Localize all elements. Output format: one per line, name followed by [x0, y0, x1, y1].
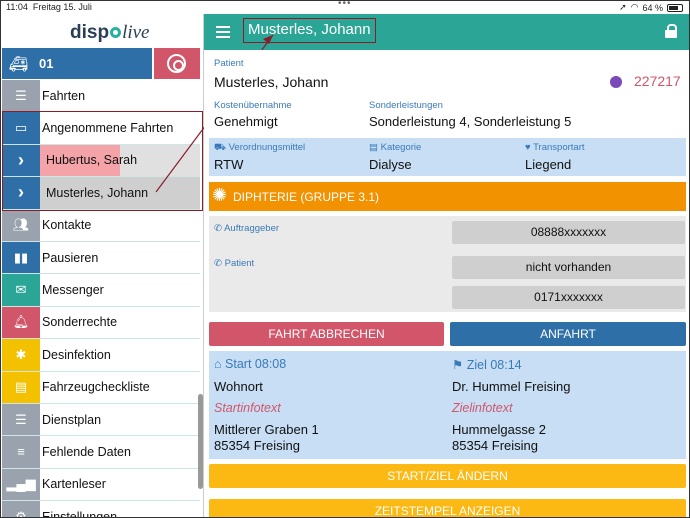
start-street: Mittlerer Graben 1 [214, 422, 319, 437]
verordnung-value: RTW [214, 157, 244, 172]
ziel-info: Zielinfotext [452, 401, 513, 415]
heart-icon: ♥ [525, 142, 531, 153]
transport-label-row: ♥ Transportart [525, 142, 585, 153]
phone-icon: ✆ [214, 258, 222, 269]
show-timestamps-button[interactable]: ZEITSTEMPEL ANZEIGEN [209, 499, 686, 517]
route-panel: ⌂ Start 08:08 Wohnort Startinfotext Mitt… [209, 351, 686, 459]
transport-label: Transportart [533, 142, 585, 153]
sonder-value: Sonderleistung 4, Sonderleistung 5 [369, 114, 572, 129]
kategorie-value: Dialyse [369, 157, 412, 172]
abort-ride-button[interactable]: FAHRT ABBRECHEN [209, 322, 444, 346]
patient-label: Patient [214, 58, 244, 69]
transport-info-panel: ⛟ Verordnungsmittel RTW ▤ Kategorie Dial… [209, 138, 686, 176]
infection-banner: ✺ DIPHTERIE (GRUPPE 3.1) [209, 182, 686, 211]
transport-value: Liegend [525, 157, 572, 172]
verordnung-label: Verordnungsmittel [228, 142, 306, 153]
patient-contact-label: Patient [224, 258, 255, 269]
kategorie-label: Kategorie [380, 142, 422, 153]
contacts-panel: ✆ Auftraggeber 08888xxxxxxx ✆ Patient ni… [209, 216, 686, 312]
start-header: ⌂ Start 08:08 [214, 357, 286, 371]
biohazard-icon: ✺ [212, 185, 228, 205]
patient-phone2-button[interactable]: 0171xxxxxxx [452, 286, 685, 309]
patient-number: 227217 [634, 73, 681, 89]
auftraggeber-row: ✆ Auftraggeber [214, 223, 279, 234]
clipboard-icon: ▤ [369, 142, 378, 153]
approach-button[interactable]: ANFAHRT [450, 322, 686, 346]
patient-name: Musterles, Johann [214, 74, 329, 90]
ride-detail: Patient Musterles, Johann 227217 Kostenü… [204, 50, 689, 517]
ziel-label: Ziel 08:14 [466, 358, 522, 372]
kosten-value: Genehmigt [214, 114, 278, 129]
ziel-city: 85354 Freising [452, 438, 538, 453]
kosten-label: Kostenübernahme [214, 100, 292, 111]
app-frame: 11:04 Freitag 15. Juli ••• ➚ ◠ 64 % disp… [0, 0, 690, 518]
status-dot-icon [610, 76, 622, 88]
start-label: Start 08:08 [225, 357, 287, 371]
patient-phone1-button[interactable]: nicht vorhanden [452, 256, 685, 279]
sonder-label: Sonderleistungen [369, 100, 443, 111]
car-icon: ⛟ [214, 142, 226, 153]
phone-icon: ✆ [214, 223, 222, 234]
patient-contact-row: ✆ Patient [214, 258, 254, 269]
start-info: Startinfotext [214, 401, 281, 415]
infection-label: DIPHTERIE (GRUPPE 3.1) [233, 190, 380, 204]
flag-icon: ⚑ [452, 358, 464, 372]
auftraggeber-label: Auftraggeber [224, 223, 280, 234]
home-icon: ⌂ [214, 357, 222, 371]
start-city: 85354 Freising [214, 438, 300, 453]
verordnung-label-row: ⛟ Verordnungsmittel [214, 142, 305, 154]
ziel-name: Dr. Hummel Freising [452, 379, 571, 394]
ziel-header: ⚑ Ziel 08:14 [452, 357, 522, 372]
start-name: Wohnort [214, 379, 263, 394]
kategorie-label-row: ▤ Kategorie [369, 142, 421, 153]
change-start-ziel-button[interactable]: START/ZIEL ÄNDERN [209, 464, 686, 488]
ziel-street: Hummelgasse 2 [452, 422, 546, 437]
auftraggeber-phone-button[interactable]: 08888xxxxxxx [452, 221, 685, 244]
